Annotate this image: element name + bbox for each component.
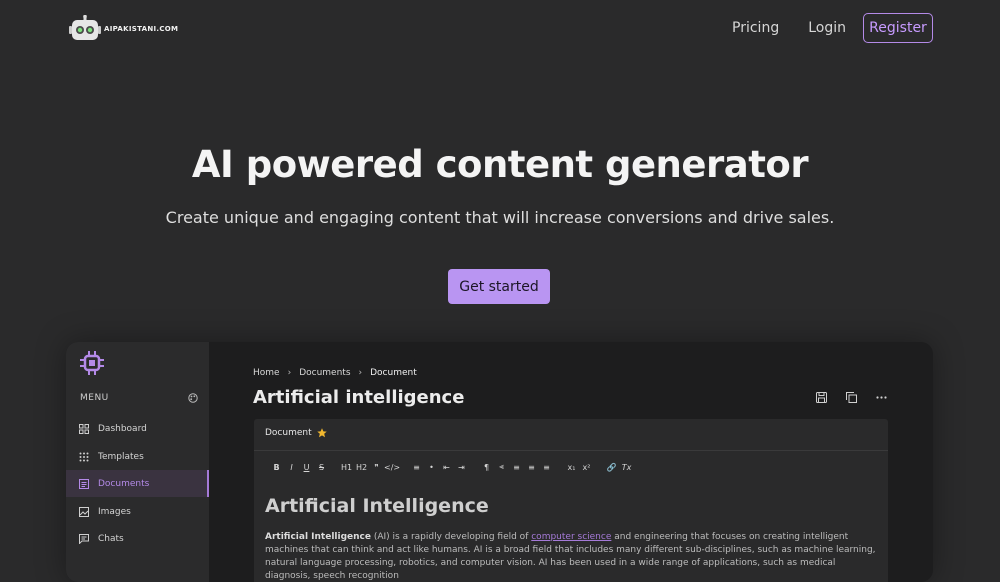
superscript-button[interactable]: x² xyxy=(579,463,594,472)
quote-button[interactable]: ❞ xyxy=(369,463,384,472)
align-justify-button[interactable]: ≡ xyxy=(539,463,554,472)
preview-sidebar: MENU Dashboard Templates Documents Image… xyxy=(66,342,209,582)
nav-pricing-link[interactable]: Pricing xyxy=(728,14,783,42)
sidebar-item-dashboard[interactable]: Dashboard xyxy=(66,415,209,442)
editor-heading[interactable]: Artificial Intelligence xyxy=(265,495,489,517)
body-link[interactable]: computer science xyxy=(531,532,611,542)
indent-button[interactable]: ⇥ xyxy=(454,463,469,472)
text-direction-button[interactable]: ¶ xyxy=(479,463,494,472)
hero-title: AI powered content generator xyxy=(191,143,809,186)
sidebar-item-label: Images xyxy=(98,506,131,517)
dashboard-icon xyxy=(79,423,89,434)
robot-logo-icon xyxy=(69,15,101,40)
save-icon[interactable] xyxy=(816,392,828,404)
body-text: (AI) is a rapidly developing field of xyxy=(370,532,532,542)
sidebar-item-label: Templates xyxy=(98,451,144,462)
templates-icon xyxy=(79,452,89,462)
images-icon xyxy=(79,506,89,517)
clear-format-button[interactable]: Tx xyxy=(619,463,634,472)
editor-toolbar: B I U S H1 H2 ❞ </> ≡ • ⇤ ⇥ ¶ ⫷ ≡ ≡ ≡ x₁… xyxy=(269,462,634,472)
preview-logo[interactable] xyxy=(79,350,105,380)
editor-tab[interactable]: Document xyxy=(265,428,327,438)
top-nav: AIPAKISTANI.COM Pricing Login Register xyxy=(0,0,1000,58)
underline-button[interactable]: U xyxy=(299,463,314,472)
sidebar-item-documents[interactable]: Documents xyxy=(66,470,209,497)
app-preview: MENU Dashboard Templates Documents Image… xyxy=(66,342,933,582)
sidebar-item-label: Documents xyxy=(98,478,150,489)
sidebar-item-chats[interactable]: Chats xyxy=(66,525,209,552)
editor-body[interactable]: Artificial Intelligence (AI) is a rapidl… xyxy=(265,531,879,582)
editor-tab-label: Document xyxy=(265,428,312,438)
strike-button[interactable]: S xyxy=(314,463,329,472)
chevron-right-icon: › xyxy=(358,368,363,378)
logo-text: AIPAKISTANI.COM xyxy=(104,25,179,33)
align-center-button[interactable]: ≡ xyxy=(509,463,524,472)
register-button[interactable]: Register xyxy=(863,13,933,43)
sidebar-item-label: Dashboard xyxy=(98,423,147,434)
body-bold-term: Artificial Intelligence xyxy=(265,532,371,542)
align-right-button[interactable]: ≡ xyxy=(524,463,539,472)
subscript-button[interactable]: x₁ xyxy=(564,463,579,472)
link-button[interactable]: 🔗 xyxy=(604,463,619,472)
preview-main: Home › Documents › Document Artificial i… xyxy=(209,342,933,582)
code-button[interactable]: </> xyxy=(384,463,400,472)
site-logo[interactable]: AIPAKISTANI.COM xyxy=(68,15,178,43)
outdent-button[interactable]: ⇤ xyxy=(439,463,454,472)
breadcrumb-documents[interactable]: Documents xyxy=(299,368,350,378)
documents-icon xyxy=(79,478,89,489)
get-started-button[interactable]: Get started xyxy=(448,269,550,304)
breadcrumb-home[interactable]: Home xyxy=(253,368,280,378)
bullet-list-button[interactable]: • xyxy=(424,463,439,472)
document-editor: Document B I U S H1 H2 ❞ </> ≡ • ⇤ ⇥ ¶ ⫷… xyxy=(254,419,888,582)
sidebar-item-images[interactable]: Images xyxy=(66,498,209,525)
nav-login-link[interactable]: Login xyxy=(804,14,850,42)
menu-label: MENU xyxy=(80,393,109,403)
more-icon[interactable] xyxy=(876,392,888,404)
palette-icon[interactable] xyxy=(188,393,198,403)
breadcrumb: Home › Documents › Document xyxy=(253,368,417,378)
chats-icon xyxy=(79,533,89,544)
sidebar-item-label: Chats xyxy=(98,533,124,544)
heading2-button[interactable]: H2 xyxy=(354,463,369,472)
breadcrumb-current: Document xyxy=(370,368,417,378)
chip-logo-icon xyxy=(80,351,104,375)
hero-subtitle: Create unique and engaging content that … xyxy=(165,208,835,227)
bold-button[interactable]: B xyxy=(269,463,284,472)
nav-links: Pricing Login Register xyxy=(728,13,933,43)
chevron-right-icon: › xyxy=(287,368,292,378)
star-icon[interactable] xyxy=(316,428,327,438)
ordered-list-button[interactable]: ≡ xyxy=(409,463,424,472)
document-title: Artificial intelligence xyxy=(253,387,465,408)
heading1-button[interactable]: H1 xyxy=(339,463,354,472)
document-actions xyxy=(816,392,888,404)
italic-button[interactable]: I xyxy=(284,463,299,472)
sidebar-item-templates[interactable]: Templates xyxy=(66,443,209,470)
copy-icon[interactable] xyxy=(846,392,858,404)
divider xyxy=(254,450,888,451)
align-left-button[interactable]: ⫷ xyxy=(494,462,509,472)
menu-header: MENU xyxy=(80,393,198,403)
